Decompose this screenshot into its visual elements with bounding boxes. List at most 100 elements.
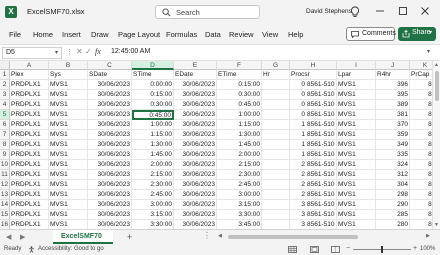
- table-cell[interactable]: [262, 130, 290, 140]
- table-cell[interactable]: PRDPLX1: [10, 100, 49, 110]
- table-cell[interactable]: 280: [376, 220, 410, 229]
- table-cell[interactable]: MVS1: [49, 160, 88, 170]
- column-title-cell[interactable]: Procsr: [290, 70, 337, 80]
- accessibility-status[interactable]: Accessibility: Good to go: [38, 246, 104, 252]
- table-cell[interactable]: 30/06/2023: [174, 80, 217, 90]
- table-cell[interactable]: 1:00:00: [132, 120, 174, 130]
- table-cell[interactable]: MVS1: [49, 80, 88, 90]
- menu-file[interactable]: File: [9, 30, 21, 39]
- table-cell[interactable]: MVS1: [337, 80, 376, 90]
- table-cell[interactable]: 30/06/2023: [88, 100, 132, 110]
- table-cell[interactable]: 30/06/2023: [174, 120, 217, 130]
- column-title-cell[interactable]: EDate: [174, 70, 217, 80]
- scroll-thumb[interactable]: [228, 235, 358, 239]
- row-header-11[interactable]: 11: [0, 170, 10, 180]
- row-header-2[interactable]: 2: [0, 80, 10, 90]
- table-cell[interactable]: 2 8561-510: [290, 180, 337, 190]
- zoom-slider-thumb[interactable]: [381, 246, 383, 253]
- table-cell[interactable]: PRDPLX1: [10, 190, 49, 200]
- table-cell[interactable]: MVS1: [49, 170, 88, 180]
- horizontal-scrollbar[interactable]: ◀ ▶: [218, 233, 430, 241]
- row-header-14[interactable]: 14: [0, 200, 10, 210]
- menu-data[interactable]: Data: [205, 30, 221, 39]
- table-cell[interactable]: [262, 160, 290, 170]
- menu-home[interactable]: Home: [33, 30, 53, 39]
- table-cell[interactable]: 30/06/2023: [174, 110, 217, 120]
- table-cell[interactable]: 1 8561-510: [290, 130, 337, 140]
- table-cell[interactable]: MVS1: [49, 130, 88, 140]
- row-header-7[interactable]: 7: [0, 130, 10, 140]
- table-cell[interactable]: MVS1: [337, 150, 376, 160]
- table-cell[interactable]: [262, 200, 290, 210]
- table-cell[interactable]: 2:00:00: [132, 160, 174, 170]
- table-cell[interactable]: 2:00:00: [217, 150, 262, 160]
- table-cell[interactable]: 349: [376, 140, 410, 150]
- lightbulb-icon[interactable]: [350, 6, 360, 18]
- table-cell[interactable]: PRDPLX1: [10, 170, 49, 180]
- menu-insert[interactable]: Insert: [62, 30, 81, 39]
- column-title-cell[interactable]: ETime: [217, 70, 262, 80]
- table-cell[interactable]: 3:45:00: [217, 220, 262, 229]
- menu-view[interactable]: View: [262, 30, 278, 39]
- table-cell[interactable]: 30/06/2023: [88, 210, 132, 220]
- active-cell[interactable]: 0:45:00: [132, 110, 174, 120]
- table-cell[interactable]: MVS1: [49, 180, 88, 190]
- table-cell[interactable]: MVS1: [337, 140, 376, 150]
- share-button[interactable]: Share ▾: [398, 27, 436, 41]
- table-cell[interactable]: 3:00:00: [132, 200, 174, 210]
- scroll-up-icon[interactable]: ▲: [434, 62, 439, 68]
- previous-sheet-icon[interactable]: ◀: [6, 233, 11, 241]
- table-cell[interactable]: 3 8561-510: [290, 200, 337, 210]
- table-cell[interactable]: 30/06/2023: [88, 170, 132, 180]
- table-cell[interactable]: MVS1: [337, 170, 376, 180]
- table-cell[interactable]: 0 8561-510: [290, 100, 337, 110]
- table-cell[interactable]: 30/06/2023: [88, 180, 132, 190]
- table-cell[interactable]: 30/06/2023: [88, 140, 132, 150]
- table-cell[interactable]: MVS1: [337, 130, 376, 140]
- table-cell[interactable]: 2:15:00: [132, 170, 174, 180]
- column-title-cell[interactable]: R4hr: [376, 70, 410, 80]
- table-cell[interactable]: MVS1: [49, 120, 88, 130]
- table-cell[interactable]: 30/06/2023: [88, 160, 132, 170]
- table-cell[interactable]: PRDPLX1: [10, 130, 49, 140]
- table-cell[interactable]: 389: [376, 100, 410, 110]
- table-cell[interactable]: 30/06/2023: [174, 220, 217, 229]
- menu-draw[interactable]: Draw: [91, 30, 109, 39]
- chevron-down-icon[interactable]: ⌄: [77, 7, 83, 15]
- table-cell[interactable]: 30/06/2023: [88, 120, 132, 130]
- table-cell[interactable]: 1 8561-510: [290, 120, 337, 130]
- table-cell[interactable]: 0 8561-510: [290, 80, 337, 90]
- formula-input[interactable]: 12:45:00 AM: [111, 48, 150, 55]
- table-cell[interactable]: 2 8561-510: [290, 160, 337, 170]
- table-cell[interactable]: PRDPLX1: [10, 80, 49, 90]
- zoom-out-button[interactable]: −: [346, 245, 350, 252]
- table-cell[interactable]: 1:15:00: [217, 120, 262, 130]
- maximize-icon[interactable]: [398, 6, 408, 16]
- table-cell[interactable]: [262, 110, 290, 120]
- column-title-cell[interactable]: Lpar: [337, 70, 376, 80]
- table-cell[interactable]: 30/06/2023: [88, 110, 132, 120]
- table-cell[interactable]: 2:45:00: [132, 190, 174, 200]
- row-header-16[interactable]: 16: [0, 220, 10, 229]
- table-cell[interactable]: MVS1: [49, 110, 88, 120]
- table-cell[interactable]: MVS1: [49, 210, 88, 220]
- table-cell[interactable]: PRDPLX1: [10, 180, 49, 190]
- table-cell[interactable]: 335: [376, 150, 410, 160]
- table-cell[interactable]: MVS1: [337, 210, 376, 220]
- table-cell[interactable]: 0:30:00: [132, 100, 174, 110]
- table-cell[interactable]: 30/06/2023: [174, 130, 217, 140]
- more-icon[interactable]: ⋮: [203, 231, 211, 240]
- table-cell[interactable]: MVS1: [337, 220, 376, 229]
- row-header-10[interactable]: 10: [0, 160, 10, 170]
- zoom-level[interactable]: 100%: [420, 246, 435, 252]
- column-title-cell[interactable]: Sys: [49, 70, 88, 80]
- table-cell[interactable]: 1:45:00: [217, 140, 262, 150]
- table-cell[interactable]: MVS1: [49, 150, 88, 160]
- table-cell[interactable]: 30/06/2023: [174, 140, 217, 150]
- comments-button[interactable]: Comments: [346, 27, 396, 41]
- row-header-15[interactable]: 15: [0, 210, 10, 220]
- table-cell[interactable]: 30/06/2023: [174, 90, 217, 100]
- table-cell[interactable]: 0:15:00: [132, 90, 174, 100]
- table-cell[interactable]: 3 8561-510: [290, 220, 337, 229]
- table-cell[interactable]: PRDPLX1: [10, 220, 49, 229]
